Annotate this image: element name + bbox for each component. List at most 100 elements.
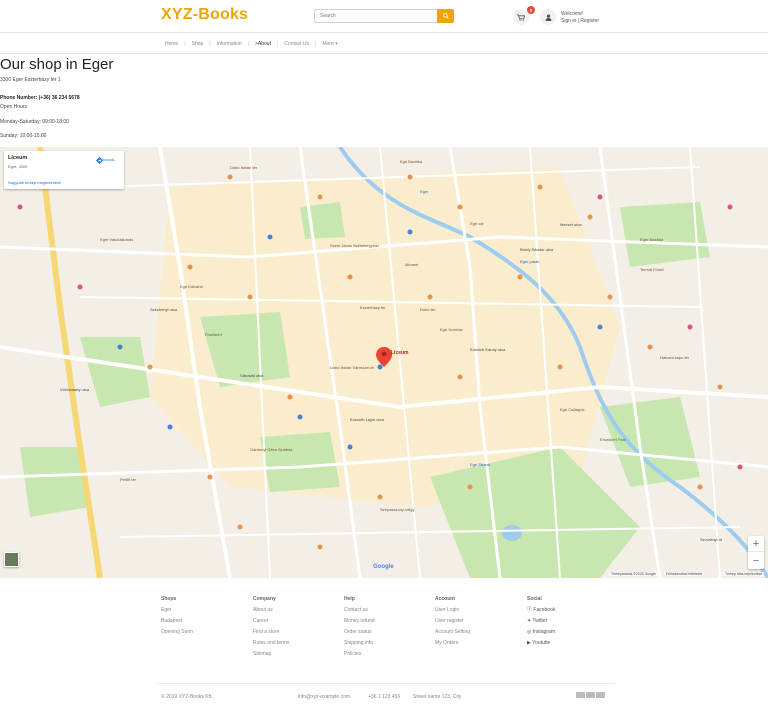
map-terms-link[interactable]: Felhasználási feltételek [664,572,705,576]
nav-contact[interactable]: Contact Us [284,41,309,47]
map-layer-toggle[interactable] [4,552,19,567]
cart-icon [517,13,525,21]
header: XYZ-Books Search 0 Welcome! Sign in | Re… [0,0,768,33]
search-icon [442,13,449,19]
footer-street: Street name 123, City [413,694,462,700]
map-label: Érsekkert [205,332,222,337]
hours-weekdays: Monday-Saturday: 09:00-18:00 [0,119,69,125]
youtube-icon: ▶ [527,640,531,646]
phone-number: (+36) 36 234 5678 [38,95,80,101]
footer-email[interactable]: info@xyz-example.com [298,694,350,700]
footer-link[interactable]: Shipping info [344,640,375,647]
footer-col-account: Account User Login User register Account… [435,596,470,652]
footer-heading: Social [527,596,542,602]
map-canvas[interactable] [0,147,768,578]
map-label: Dobó tér [420,307,436,312]
footer-heading: Help [344,596,355,602]
map-embed[interactable]: Dobó István tér Egri Bazilika Eger Egri … [0,147,768,578]
footer-link[interactable]: Money refund [344,618,375,625]
nav-more-label: More [322,41,334,47]
user-avatar[interactable] [540,9,556,25]
cart-count-badge: 0 [527,6,535,14]
shop-phone: Phone Number: (+36) 36 234 5678 [0,95,80,101]
map-label: Egri Kálvária [180,284,203,289]
auth-links[interactable]: Sign in | Register [561,18,599,25]
main-nav: Home | Shop | Information | >About | Con… [0,34,768,54]
nav-home[interactable]: Home [165,41,178,47]
footer-col-help: Help Contact us Money refund Order statu… [344,596,375,663]
map-label: Termál Fürdő [640,267,664,272]
footer-link[interactable]: User Login [435,607,470,614]
nav-separator: | [184,41,186,47]
twitter-link[interactable]: ✦ Twitter [527,618,555,625]
footer-link[interactable]: Opening Soon [161,629,193,636]
footer-link[interactable]: Eger [161,607,193,614]
facebook-link[interactable]: ⓕ Facebook [527,607,556,614]
map-label: Egri vár [470,221,484,226]
nav-separator: | [276,41,279,47]
footer-phone: +36 1 123 456 [368,694,401,700]
google-logo: Google [373,564,394,570]
map-label: Egri Bazilika [400,159,423,164]
zoom-out-button[interactable]: − [748,553,764,569]
nav-about-label: About [257,41,271,47]
footer-link[interactable]: About us [253,607,289,614]
larger-map-link[interactable]: Nagyobb térkép megtekintése [8,180,61,185]
paypal-icon [596,692,605,698]
visa-card-icon [576,692,585,698]
brand-logo[interactable]: XYZ-Books [161,6,248,24]
map-label: Hatvani kapu tér [660,355,690,360]
footer-col-shops: Shops Eger Budapest Opening Soon [161,596,193,641]
map-label: Érsekkert Park [600,437,627,442]
nav-separator: | [209,41,211,47]
map-label: Dobó István Vármúzeum [330,365,375,370]
search-input[interactable]: Search [314,9,438,23]
footer-col-company: Company About us Career Find a store Rul… [253,596,289,663]
footer-link[interactable]: Find a store [253,629,289,636]
social-label: Twitter [532,618,548,624]
map-label: Knézich Károly utca [470,347,506,352]
payment-icons [576,692,605,698]
nav-information[interactable]: Information [217,41,242,47]
hours-sunday: Sunday: 10:00-15:00 [0,133,47,139]
mastercard-icon [586,692,595,698]
map-label: Mecset utca [560,222,582,227]
nav-shop[interactable]: Shop [192,41,204,47]
footer-link[interactable]: My Orders [435,640,470,647]
footer-heading: Account [435,596,455,602]
map-label: Egri Csillagok [560,407,585,412]
copyright: © 2019 XYZ-Books Kft. [161,694,213,700]
footer-link[interactable]: Budapest [161,618,193,625]
phone-label: Phone Number: [0,95,38,101]
footer-link[interactable]: User register [435,618,470,625]
footer-heading: Company [253,596,276,602]
youtube-link[interactable]: ▶ Youtube [527,640,555,647]
caret-down-icon: ▾ [335,41,338,47]
social-label: Instagram [532,629,555,635]
twitter-icon: ✦ [527,618,532,624]
directions-button[interactable]: Útvonal... [96,157,122,164]
footer-bottom: © 2019 XYZ-Books Kft. info@xyz-example.c… [155,683,615,707]
footer-link[interactable]: Career [253,618,289,625]
footer-link[interactable]: Sitemap [253,651,289,658]
map-label: Eger patak [520,259,540,264]
social-label: Youtube [532,640,551,646]
footer-link[interactable]: Rules and terms [253,640,289,647]
map-label: Egri Színház [440,327,463,332]
map-report-link[interactable]: Térkép hiba bejelentése [723,572,765,576]
map-attribution: Térképadatok ©2020 Google [609,572,658,576]
map-label: Kossuth Lajos utca [350,417,384,422]
zoom-in-button[interactable]: + [748,536,764,552]
hours-label: Open Hours [0,104,27,110]
map-label: Vörösmarty utca [60,387,90,392]
instagram-link[interactable]: ◎ Instagram [527,629,555,636]
social-label: Facebook [533,607,556,613]
footer-link[interactable]: Account Setting [435,629,470,636]
nav-about[interactable]: >About [255,41,271,47]
footer-link[interactable]: Contact us [344,607,375,614]
search-button[interactable] [437,9,454,23]
map-label: Szvorényi út [700,537,723,542]
footer-link[interactable]: Policies [344,651,375,658]
footer-link[interactable]: Order status [344,629,375,636]
nav-more[interactable]: More ▾ [322,41,337,47]
